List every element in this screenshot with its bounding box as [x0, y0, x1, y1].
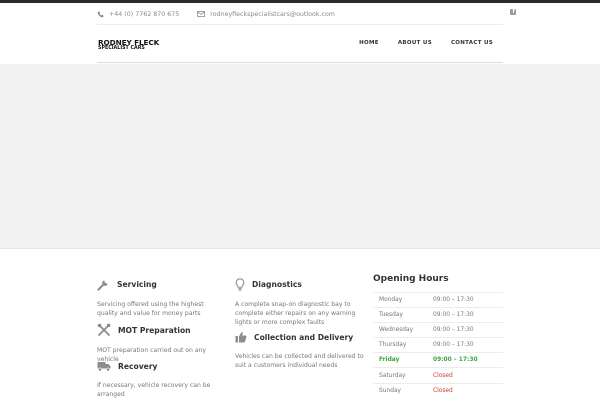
service-title: MOT Preparation: [118, 325, 191, 335]
day-name: Wednesday: [373, 322, 433, 338]
day-time: 09:00 – 17:30: [433, 352, 503, 368]
hours-row: Sunday Closed: [373, 382, 503, 399]
service-servicing: Servicing Servicing offered using the hi…: [97, 278, 223, 318]
hours-table: Monday 09:00 – 17:30 Tuesday 09:00 – 17:30…: [373, 291, 503, 399]
header-divider: [97, 24, 503, 25]
service-mot: MOT Preparation MOT preparation carried …: [97, 323, 227, 364]
hero-banner: [0, 64, 600, 249]
day-time: Closed: [433, 382, 503, 399]
service-collection: Collection and Delivery Vehicles can be …: [235, 331, 365, 370]
service-title: Collection and Delivery: [254, 332, 354, 342]
opening-hours-title: Opening Hours: [373, 274, 449, 284]
truck-icon: [97, 362, 111, 372]
day-name: Saturday: [373, 367, 433, 384]
opening-hours: Opening Hours Monday 09:00 – 17:30 Tuesda…: [373, 274, 503, 399]
phone-number[interactable]: +44 (0) 7762 870 675: [109, 11, 179, 18]
day-time: 09:00 – 17:30: [433, 322, 503, 338]
hours-row: Saturday Closed: [373, 367, 503, 384]
main-nav: HOME ABOUT US CONTACT US: [340, 40, 493, 46]
contact-bar: +44 (0) 7762 870 675 rodneyfleckspeciali…: [97, 4, 503, 24]
phone-icon: [97, 11, 104, 17]
day-time: 09:00 – 17:30: [433, 337, 503, 353]
top-accent-bar: [0, 0, 600, 3]
day-name: Tuesday: [373, 307, 433, 323]
day-time: Closed: [433, 367, 503, 384]
day-time: 09:00 – 17:30: [433, 307, 503, 323]
service-recovery: Recovery If necessary, vehicle recovery …: [97, 360, 227, 399]
logo-line-2: SPECIALIST CARS: [98, 46, 145, 52]
service-description: Vehicles can be collected and delivered …: [235, 353, 364, 369]
service-title: Recovery: [118, 361, 158, 371]
hours-row-today: Friday 09:00 – 17:30: [373, 352, 503, 368]
hours-row: Thursday 09:00 – 17:30: [373, 337, 503, 353]
lightbulb-icon: [235, 278, 245, 291]
nav-home[interactable]: HOME: [359, 40, 379, 46]
day-name: Friday: [373, 352, 433, 368]
facebook-icon[interactable]: f: [510, 9, 516, 15]
tools-icon: [97, 323, 111, 336]
hours-row: Tuesday 09:00 – 17:30: [373, 307, 503, 323]
service-title: Servicing: [117, 280, 157, 289]
service-diagnostics: Diagnostics A complete snap-on diagnosti…: [235, 278, 363, 327]
service-title: Diagnostics: [252, 280, 302, 289]
site-logo[interactable]: RODNEY FLECK SPECIALIST CARS: [98, 39, 159, 52]
wrench-icon: [97, 280, 108, 291]
email-contact[interactable]: rodneyfleckspecialistcars@outlook.com: [197, 11, 335, 18]
hours-row: Monday 09:00 – 17:30: [373, 291, 503, 308]
envelope-icon: [197, 11, 206, 17]
nav-about[interactable]: ABOUT US: [398, 40, 432, 46]
day-name: Monday: [373, 291, 433, 308]
service-description: Servicing offered using the highest qual…: [97, 301, 204, 317]
day-name: Thursday: [373, 337, 433, 353]
nav-divider: [97, 62, 503, 63]
email-address[interactable]: rodneyfleckspecialistcars@outlook.com: [210, 11, 335, 18]
service-description: A complete snap-on diagnostic bay to com…: [235, 301, 356, 326]
day-time: 09:00 – 17:30: [433, 291, 503, 308]
service-description: If necessary, vehicle recovery can be ar…: [97, 382, 211, 398]
thumbs-up-icon: [235, 332, 247, 343]
nav-contact[interactable]: CONTACT US: [451, 40, 493, 46]
phone-contact[interactable]: +44 (0) 7762 870 675: [97, 11, 179, 18]
day-name: Sunday: [373, 382, 433, 399]
hours-row: Wednesday 09:00 – 17:30: [373, 322, 503, 338]
